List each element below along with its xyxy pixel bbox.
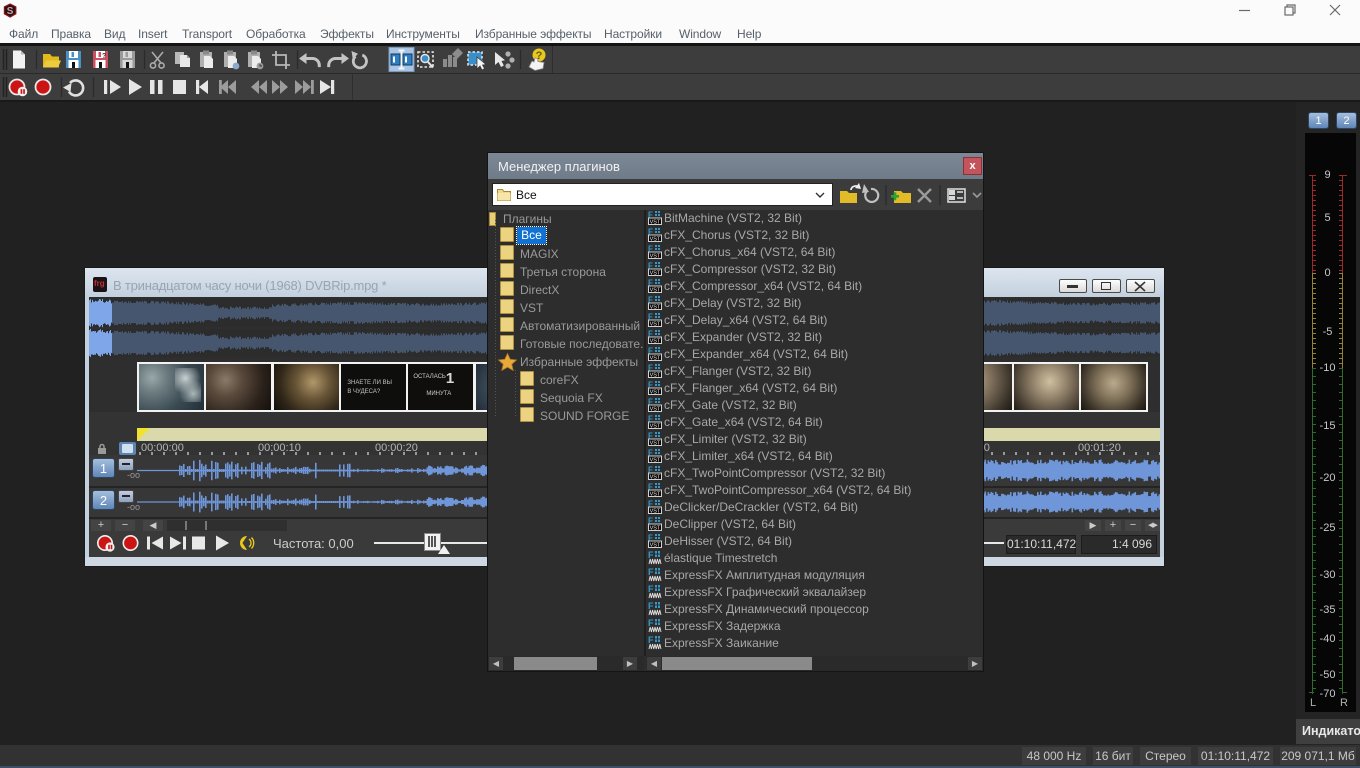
svg-text:VST: VST [650,322,661,328]
svg-text:VST: VST [650,509,661,515]
svg-text:VST: VST [650,543,661,549]
svg-text:VST: VST [650,356,661,362]
svg-text:?: ? [102,53,106,60]
svg-text:S: S [7,6,14,17]
svg-text:VST: VST [650,407,661,413]
svg-text:VST: VST [650,424,661,430]
svg-text:F: F [648,551,654,560]
svg-text:VST: VST [650,390,661,396]
svg-text:F: F [648,568,654,577]
svg-text:VST: VST [650,305,661,311]
svg-text:VST: VST [650,475,661,481]
svg-text:VST: VST [650,237,661,243]
svg-text:VST: VST [650,526,661,532]
svg-text:F: F [648,585,654,594]
svg-text:VST: VST [650,339,661,345]
svg-text:F: F [648,602,654,611]
svg-text:VST: VST [650,271,661,277]
svg-text:VST: VST [650,492,661,498]
svg-text:VST: VST [650,220,661,226]
svg-text:VST: VST [650,254,661,260]
svg-text:VST: VST [650,458,661,464]
svg-text:F: F [648,636,654,645]
svg-text:VST: VST [650,373,661,379]
svg-text:VST: VST [650,441,661,447]
svg-text:F: F [648,619,654,628]
svg-text:VST: VST [650,288,661,294]
